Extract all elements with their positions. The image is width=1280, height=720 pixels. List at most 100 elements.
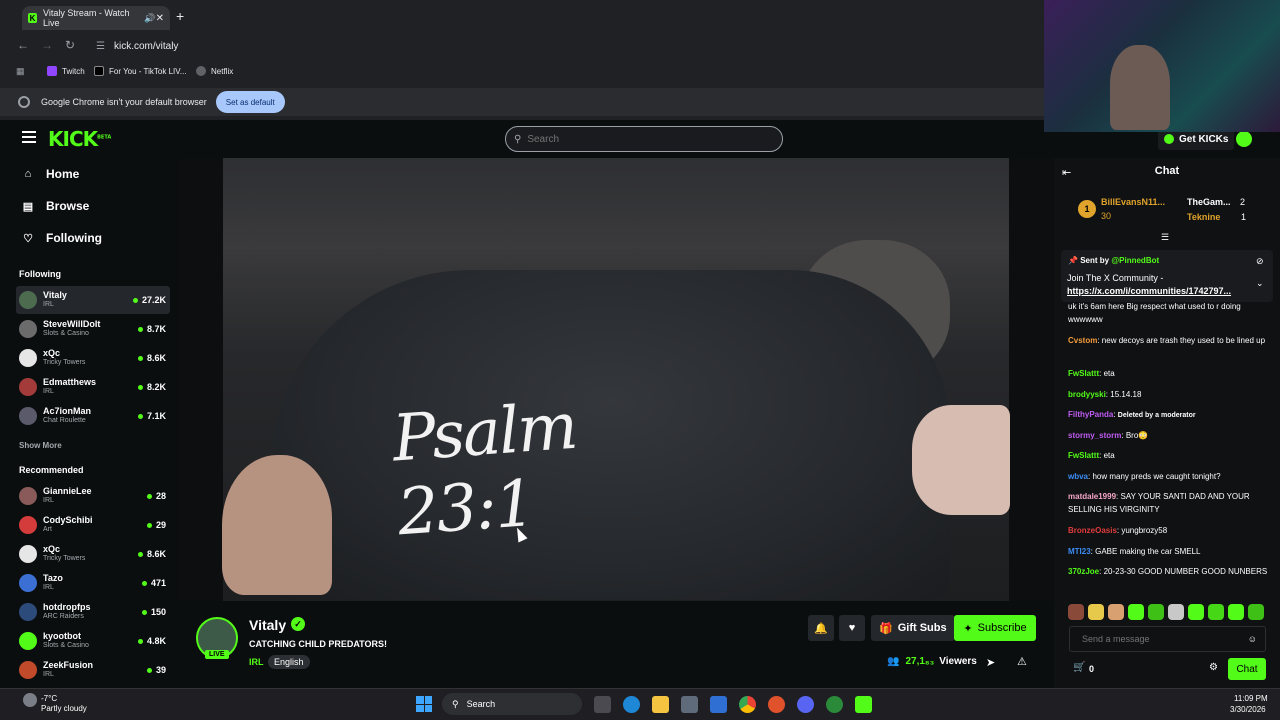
chat-username[interactable]: MTI23 — [1068, 547, 1091, 556]
chat-username[interactable]: wbva — [1068, 472, 1088, 481]
address-bar[interactable]: ☰ kick.com/vitaly — [88, 35, 1038, 57]
nav-following[interactable]: ♡ Following — [22, 231, 102, 245]
sidebar-channel[interactable]: Edmatthews IRL 8.2K — [16, 373, 170, 401]
subscribe-button[interactable]: ✦ Subscribe — [954, 615, 1036, 641]
sidebar-channel[interactable]: SteveWillDoIt Slots & Casino 8.7K — [16, 315, 170, 343]
stream-tag[interactable]: English — [268, 655, 310, 669]
chat-message: FilthyPanda: Deleted by a moderator — [1068, 408, 1268, 422]
sidebar-channel[interactable]: hotdropfps ARC Raiders 150 — [16, 598, 170, 626]
edge-icon[interactable] — [623, 696, 640, 713]
emote-icon[interactable] — [1168, 604, 1184, 620]
show-more-link[interactable]: Show More — [19, 441, 62, 450]
expand-gifters-icon[interactable]: ☰ — [1161, 232, 1169, 243]
sidebar-channel[interactable]: kyootbot Slots & Casino 4.8K — [16, 627, 170, 655]
chat-username[interactable]: FilthyPanda — [1068, 410, 1113, 419]
gifter-name[interactable]: BillEvansN11... — [1101, 197, 1165, 207]
chat-username[interactable]: brodyyski — [1068, 390, 1106, 399]
emote-icon[interactable] — [1148, 604, 1164, 620]
set-default-button[interactable]: Set as default — [215, 91, 285, 113]
gift-subs-button[interactable]: 🎁 Gift Subs — [871, 615, 955, 641]
clock-date: 3/30/2026 — [1230, 705, 1266, 714]
report-icon[interactable]: ⚠ — [1017, 655, 1027, 668]
bell-icon[interactable]: 🔔 — [808, 615, 834, 641]
chat-username[interactable]: Cvstom — [1068, 336, 1097, 345]
search-input[interactable] — [527, 133, 768, 145]
emote-icon[interactable] — [1108, 604, 1124, 620]
follow-heart-icon[interactable]: ♥ — [839, 615, 865, 641]
sidebar-channel[interactable]: xQc Tricky Towers 8.6K — [16, 540, 170, 568]
discord-icon[interactable] — [797, 696, 814, 713]
channel-name: xQc — [43, 348, 61, 358]
sidebar-channel[interactable]: GiannieLee IRL 28 — [16, 482, 170, 510]
file-explorer-icon[interactable] — [652, 696, 669, 713]
chat-message: stormy_storm: Bro😳 — [1068, 429, 1268, 442]
emote-icon[interactable] — [1228, 604, 1244, 620]
sidebar-channel[interactable]: CodySchibi Art 29 — [16, 511, 170, 539]
close-tab-icon[interactable]: ✕ — [156, 13, 164, 24]
emoji-icon[interactable]: ☺ — [1248, 634, 1257, 644]
gifter-name[interactable]: TheGam... — [1187, 197, 1231, 207]
emote-icon[interactable] — [1088, 604, 1104, 620]
nav-home[interactable]: ⌂ Home — [22, 167, 80, 181]
emote-icon[interactable] — [1128, 604, 1144, 620]
weather-icon[interactable] — [23, 693, 37, 707]
taskbar-search[interactable]: ⚲ Search — [442, 693, 582, 715]
emote-icon[interactable] — [1068, 604, 1084, 620]
pinned-link[interactable]: https://x.com/i/communities/1742797... — [1067, 286, 1231, 296]
bookmark-tiktok[interactable]: For You - TikTok LIV... — [94, 63, 187, 79]
chat-username[interactable]: matdale1999 — [1068, 492, 1116, 501]
speaker-icon[interactable]: 🔊 — [144, 13, 155, 24]
back-icon[interactable]: ← — [17, 38, 29, 52]
store-icon[interactable] — [681, 696, 698, 713]
kick-logo[interactable]: KICKBETA — [48, 127, 111, 151]
search-bar[interactable]: ⚲ — [505, 126, 783, 152]
windows-start-icon[interactable] — [416, 696, 432, 712]
sidebar-channel[interactable]: Tazo IRL 471 — [16, 569, 170, 597]
chat-send-button[interactable]: Chat — [1228, 658, 1266, 680]
sidebar-channel[interactable]: Vitaly IRL 27.2K — [16, 286, 170, 314]
user-avatar[interactable] — [1236, 131, 1252, 147]
site-info-icon[interactable]: ☰ — [96, 41, 105, 52]
xbox-icon[interactable] — [826, 696, 843, 713]
kicks-wallet-icon[interactable]: 🛒 — [1073, 662, 1085, 673]
chat-message: brodyyski: 15.14.18 — [1068, 388, 1268, 401]
chrome-taskbar-icon[interactable] — [739, 696, 756, 713]
mail-icon[interactable] — [710, 696, 727, 713]
chevron-down-icon[interactable]: ⌄ — [1256, 278, 1264, 289]
kick-app-icon[interactable] — [855, 696, 872, 713]
channel-info: Tazo IRL — [43, 573, 63, 593]
bookmark-netflix[interactable]: Netflix — [196, 63, 233, 79]
emote-icon[interactable] — [1208, 604, 1224, 620]
sidebar-channel[interactable]: Ac7ionMan Chat Roulette 7.1K — [16, 402, 170, 430]
new-tab-icon[interactable]: + — [176, 8, 184, 24]
stream-category[interactable]: IRL — [249, 657, 264, 667]
task-view-icon[interactable] — [594, 696, 611, 713]
forward-icon[interactable]: → — [41, 38, 53, 52]
chat-username[interactable]: stormy_storm — [1068, 431, 1121, 440]
gifter-name[interactable]: Teknine — [1187, 212, 1220, 222]
share-icon[interactable]: ➤ — [986, 656, 995, 669]
reload-icon[interactable]: ↻ — [65, 38, 75, 52]
chat-username[interactable]: BronzeOasis — [1068, 526, 1117, 535]
emote-icon[interactable] — [1188, 604, 1204, 620]
menu-icon[interactable] — [22, 131, 36, 143]
chat-username[interactable]: FwSlattt — [1068, 451, 1099, 460]
apps-grid-icon[interactable]: ▦ — [16, 66, 25, 77]
bookmark-twitch[interactable]: Twitch — [47, 63, 85, 79]
chat-username[interactable]: 370zJoe — [1068, 567, 1099, 576]
browser-tab[interactable]: K Vitaly Stream - Watch Live 🔊 ✕ — [22, 6, 170, 30]
chat-username[interactable]: FwSlattt — [1068, 369, 1099, 378]
unpin-icon[interactable]: ⊘ — [1256, 256, 1264, 267]
app-icon[interactable] — [768, 696, 785, 713]
channel-name: SteveWillDoIt — [43, 319, 101, 329]
emote-icon[interactable] — [1248, 604, 1264, 620]
chat-input[interactable] — [1082, 634, 1242, 644]
chat-input-box[interactable]: ☺ — [1069, 626, 1266, 652]
channel-info: ZeekFusion IRL — [43, 660, 93, 680]
sidebar-channel[interactable]: ZeekFusion IRL 39 — [16, 656, 170, 684]
chat-settings-icon[interactable]: ⚙ — [1209, 662, 1218, 673]
sidebar-channel[interactable]: xQc Tricky Towers 8.6K — [16, 344, 170, 372]
streamer-name[interactable]: Vitaly — [249, 617, 286, 633]
nav-browse[interactable]: ▤ Browse — [22, 199, 90, 213]
tiktok-icon — [94, 66, 104, 76]
